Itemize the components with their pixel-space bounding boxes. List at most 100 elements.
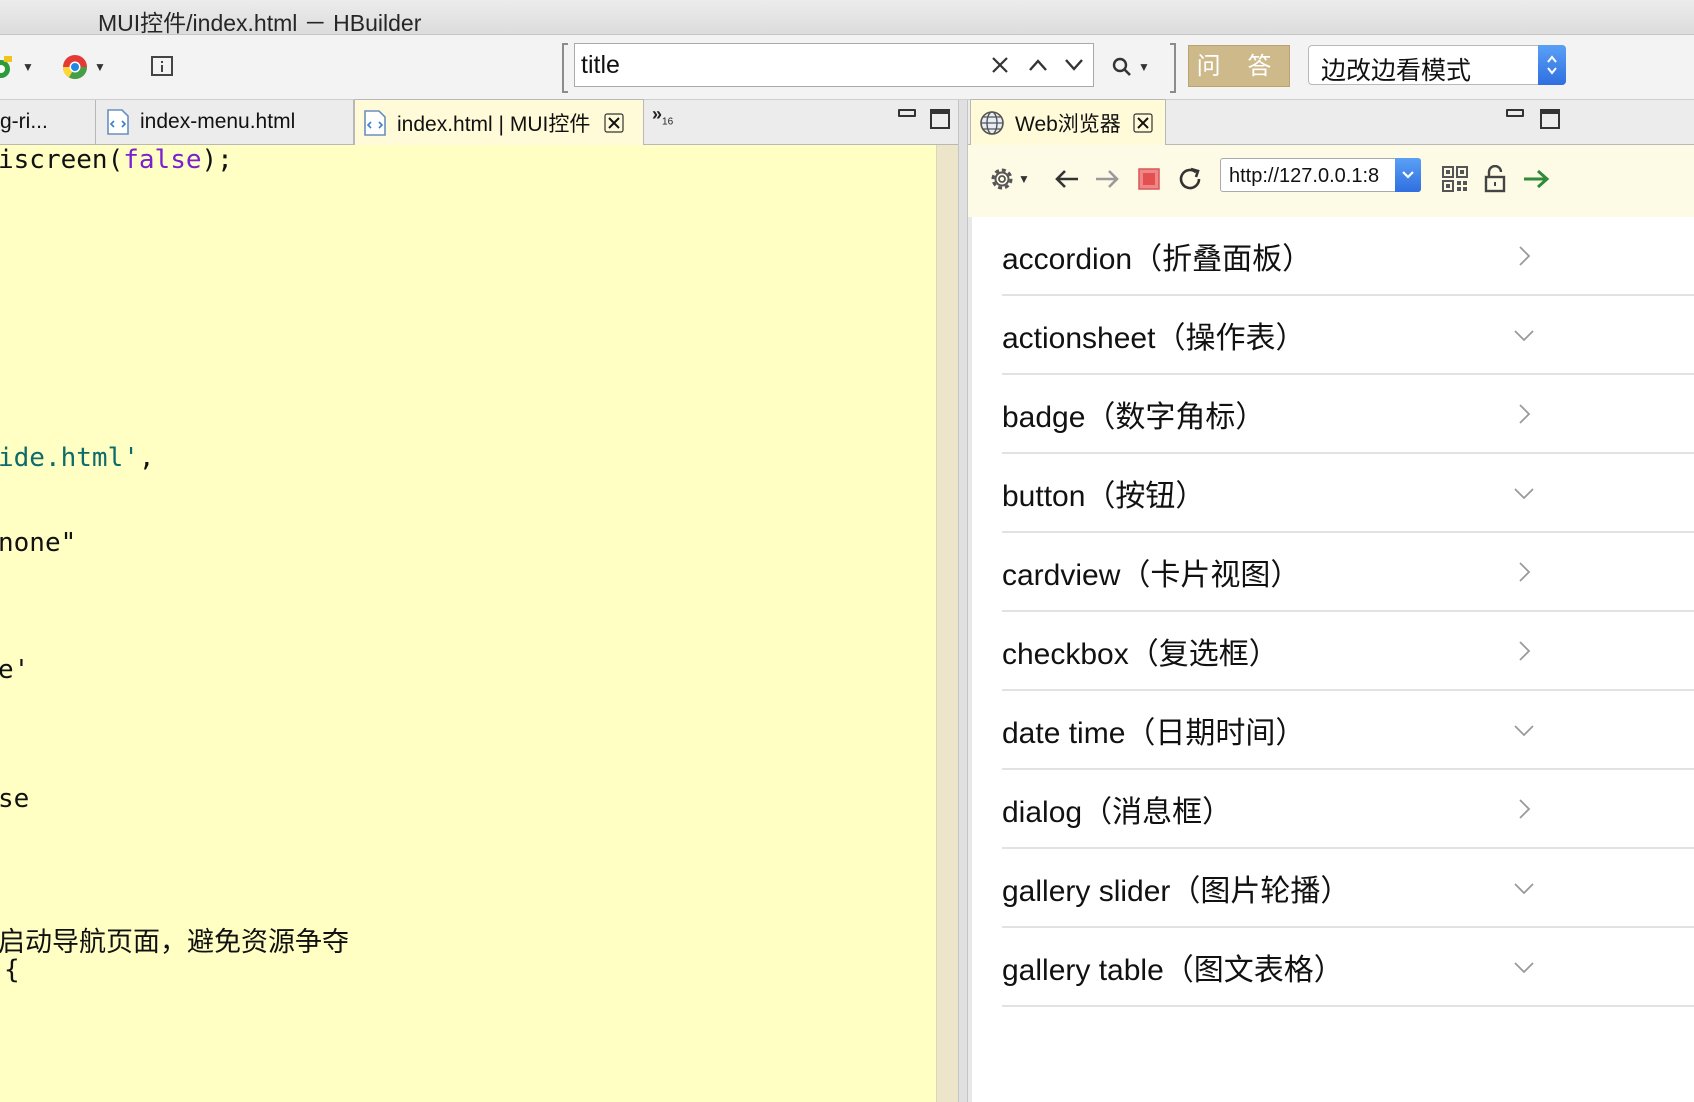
list-item[interactable]: gallery slider（图片轮播） <box>1002 849 1694 928</box>
chrome-icon <box>62 55 87 80</box>
back-button[interactable] <box>1054 163 1080 195</box>
tab-index-html[interactable]: index.html | MUI控件 <box>354 99 644 145</box>
list-item-label: accordion（折叠面板） <box>1002 242 1313 276</box>
list-item[interactable]: accordion（折叠面板） <box>1002 217 1694 296</box>
refresh-icon <box>1179 167 1201 190</box>
chevron-down-icon <box>1514 330 1534 342</box>
tab-overflow-button[interactable]: »16 <box>652 104 673 128</box>
code-line: none" <box>0 528 77 558</box>
list-item-label: button（按钮） <box>1002 479 1206 513</box>
globe-icon <box>980 110 1004 135</box>
updown-arrow-icon <box>1538 45 1566 85</box>
list-item-label: checkbox（复选框） <box>1002 637 1279 671</box>
search-next-button[interactable] <box>1059 50 1089 80</box>
list-item-label: gallery table（图文表格） <box>1002 953 1344 987</box>
run-button[interactable]: ▼ <box>0 53 34 81</box>
go-button[interactable] <box>1522 163 1550 195</box>
tab-web-browser[interactable]: Web浏览器 <box>970 99 1166 145</box>
list-item[interactable]: gallery table（图文表格） <box>1002 928 1694 1007</box>
url-box <box>1220 158 1421 192</box>
lock-button[interactable] <box>1484 163 1506 195</box>
minimize-browser-button[interactable] <box>1506 109 1524 117</box>
search-box <box>574 43 1094 87</box>
main-toolbar: ▼ ▼ ▼ 问 答 边改边 <box>0 35 1694 100</box>
toolbar-separator <box>1170 43 1176 93</box>
mode-select-value: 边改边看模式 <box>1321 57 1472 85</box>
list-item[interactable]: dialog（消息框） <box>1002 770 1694 849</box>
browser-tab-bar: Web浏览器 <box>968 99 1694 145</box>
editor-tab-bar: g-ri... index-menu.html index.html | MUI… <box>0 99 962 145</box>
code-comment: 启动导航页面，避免资源争夺 <box>0 927 349 957</box>
search-previous-button[interactable] <box>1023 50 1053 80</box>
list-item[interactable]: cardview（卡片视图） <box>1002 533 1694 612</box>
stop-button[interactable] <box>1138 163 1160 195</box>
list-item-label: dialog（消息框） <box>1002 795 1233 829</box>
info-icon <box>151 56 173 76</box>
chevron-right-icon <box>1519 562 1531 582</box>
mode-select[interactable]: 边改边看模式 <box>1308 45 1566 85</box>
window-title: MUI控件/index.html － HBuilder <box>98 10 422 36</box>
code-line: ide.html', <box>0 443 155 473</box>
chevron-down-icon <box>1514 883 1534 895</box>
panel-splitter[interactable] <box>958 100 968 1102</box>
chevron-down-icon <box>1514 488 1534 500</box>
html-file-icon <box>107 109 129 135</box>
list-item-label: badge（数字角标） <box>1002 400 1266 434</box>
arrow-right-icon <box>1096 170 1119 188</box>
browser-page: accordion（折叠面板） actionsheet（操作表） badge（数字角… <box>972 217 1694 1102</box>
chevron-down-icon: ▼ <box>94 60 106 74</box>
tab-g-ri[interactable]: g-ri... <box>0 100 96 144</box>
toolbar-separator <box>562 43 568 93</box>
close-icon[interactable] <box>604 112 624 133</box>
component-list: accordion（折叠面板） actionsheet（操作表） badge（数字角… <box>1002 217 1694 1007</box>
qrcode-icon <box>1442 166 1468 192</box>
chevron-right-icon <box>1519 641 1531 661</box>
chevron-down-icon: ▼ <box>22 60 34 74</box>
url-dropdown-button[interactable] <box>1395 158 1421 192</box>
chevron-down-icon <box>1514 962 1534 974</box>
chevron-up-icon <box>1029 59 1047 71</box>
window-titlebar: MUI控件/index.html － HBuilder <box>0 0 1694 36</box>
list-item[interactable]: badge（数字角标） <box>1002 375 1694 454</box>
browser-run-button[interactable]: ▼ <box>62 53 106 81</box>
tab-label: Web浏览器 <box>1015 112 1121 136</box>
maximize-browser-button[interactable] <box>1540 109 1560 129</box>
overflow-count: 16 <box>662 116 674 128</box>
list-item[interactable]: button（按钮） <box>1002 454 1694 533</box>
list-item[interactable]: actionsheet（操作表） <box>1002 296 1694 375</box>
minimize-editor-button[interactable] <box>898 109 916 117</box>
stop-icon <box>1138 168 1160 190</box>
close-icon[interactable] <box>1133 112 1153 133</box>
chevron-right-icon <box>1519 404 1531 424</box>
list-item-label: cardview（卡片视图） <box>1002 558 1301 592</box>
chevron-down-icon: ▼ <box>1018 172 1030 186</box>
tab-label: g-ri... <box>0 110 48 133</box>
qa-button[interactable]: 问 答 <box>1188 45 1290 87</box>
browser-settings-button[interactable]: ▼ <box>988 163 1030 195</box>
editor-scrollbar[interactable] <box>936 145 959 1102</box>
search-input[interactable] <box>579 46 983 84</box>
list-item[interactable]: checkbox（复选框） <box>1002 612 1694 691</box>
chevron-right-icon <box>1519 246 1531 266</box>
code-line: se <box>0 784 30 814</box>
forward-button[interactable] <box>1094 163 1120 195</box>
chevron-down-icon <box>1514 725 1534 737</box>
list-item-label: gallery slider（图片轮播） <box>1002 874 1351 908</box>
tab-index-menu[interactable]: index-menu.html <box>96 100 354 144</box>
list-item-label: actionsheet（操作表） <box>1002 321 1306 355</box>
search-options-button[interactable]: ▼ <box>1112 53 1150 81</box>
list-item[interactable]: date time（日期时间） <box>1002 691 1694 770</box>
maximize-editor-button[interactable] <box>930 109 950 129</box>
close-icon <box>992 57 1008 73</box>
chevron-right-icon <box>1519 799 1531 819</box>
clear-search-button[interactable] <box>985 50 1015 80</box>
url-input[interactable] <box>1227 161 1393 191</box>
list-item-label: date time（日期时间） <box>1002 716 1306 750</box>
refresh-button[interactable] <box>1176 163 1204 195</box>
qrcode-button[interactable] <box>1442 163 1468 195</box>
html-file-icon <box>364 109 386 136</box>
code-line: iscreen(false); <box>0 145 233 175</box>
unlock-icon <box>1484 165 1506 193</box>
code-editor[interactable]: iscreen(false); ide.html', none" e' se 启… <box>0 145 936 1102</box>
info-button[interactable] <box>150 53 174 81</box>
